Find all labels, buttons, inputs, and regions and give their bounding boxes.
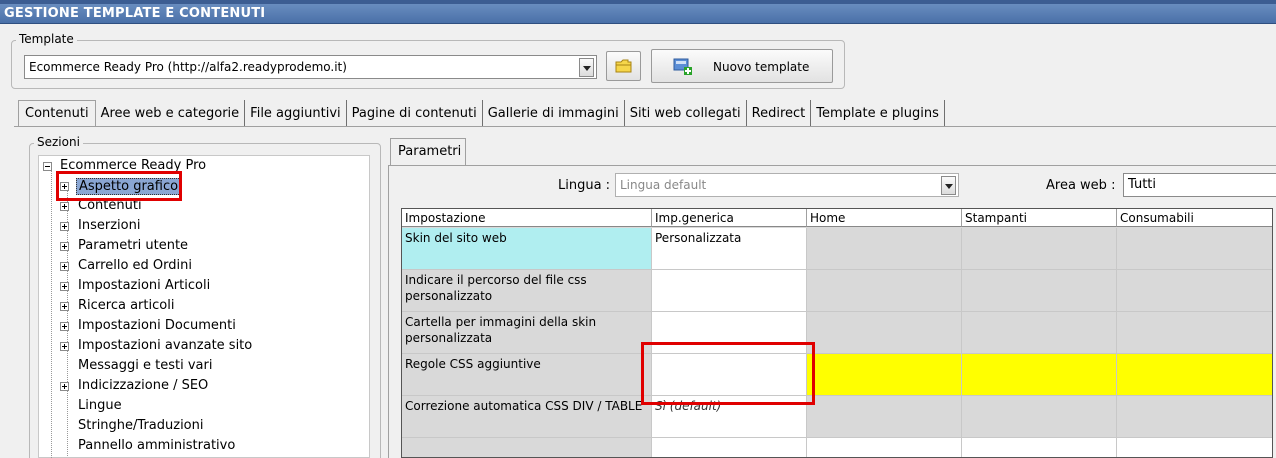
expand-icon[interactable] <box>60 302 69 311</box>
tab-siti-collegati[interactable]: Siti web collegati <box>625 100 747 126</box>
generic-value-cell[interactable] <box>652 270 807 312</box>
expand-icon[interactable] <box>60 342 69 351</box>
generic-value-cell[interactable]: Personalizzata <box>652 228 807 270</box>
tab-file-aggiuntivi[interactable]: File aggiuntivi <box>245 100 347 126</box>
template-select-value: Ecommerce Ready Pro (http://alfa2.readyp… <box>29 60 347 74</box>
main-tabs: Contenuti Aree web e categorie File aggi… <box>18 100 945 126</box>
lingua-label: Lingua : <box>558 178 611 193</box>
area-value-cell[interactable] <box>807 396 962 438</box>
tab-parametri-label: Parametri <box>398 144 462 159</box>
area-value-cell[interactable] <box>807 228 962 270</box>
chevron-down-icon[interactable] <box>579 58 594 77</box>
window-title: GESTIONE TEMPLATE E CONTENUTI <box>4 6 266 21</box>
params-panel-left-border <box>388 165 389 458</box>
annotation-box-tree <box>56 171 182 201</box>
lingua-select-value: Lingua default <box>620 178 707 192</box>
tab-parametri[interactable]: Parametri <box>390 138 466 165</box>
area-value-cell[interactable] <box>807 270 962 312</box>
tree-item-label: Impostazioni avanzate sito <box>78 338 253 353</box>
expand-icon[interactable] <box>60 282 69 291</box>
expand-icon[interactable] <box>60 262 69 271</box>
template-group-label: Template <box>16 32 77 46</box>
area-value-cell[interactable] <box>962 354 1117 396</box>
template-select[interactable]: Ecommerce Ready Pro (http://alfa2.readyp… <box>24 55 597 79</box>
expand-icon[interactable] <box>60 222 69 231</box>
folder-icon <box>615 59 632 73</box>
tree-item-label: Indicizzazione / SEO <box>78 378 209 393</box>
tab-pagine-contenuti[interactable]: Pagine di contenuti <box>347 100 483 126</box>
column-header-home[interactable]: Home <box>807 209 962 227</box>
setting-cell[interactable] <box>402 438 652 457</box>
expand-icon[interactable] <box>60 382 69 391</box>
tab-redirect[interactable]: Redirect <box>747 100 812 126</box>
new-template-icon <box>673 58 692 75</box>
tab-aree-web[interactable]: Aree web e categorie <box>96 100 246 126</box>
tree-item-label: Pannello amministrativo <box>78 438 236 453</box>
tab-template-plugins[interactable]: Template e plugins <box>811 100 945 126</box>
area-value-cell[interactable] <box>1117 228 1272 270</box>
area-web-select-value: Tutti <box>1128 177 1157 192</box>
tree-item-label: Lingue <box>78 398 122 413</box>
area-value-cell[interactable] <box>1117 312 1272 354</box>
area-value-cell[interactable] <box>807 312 962 354</box>
tree-item-label: Carrello ed Ordini <box>78 258 192 273</box>
tree-guide <box>51 170 52 458</box>
area-value-cell[interactable] <box>962 396 1117 438</box>
tab-panel-border <box>14 126 1276 127</box>
area-web-select[interactable]: Tutti <box>1123 173 1276 197</box>
tree-item-label: Stringhe/Traduzioni <box>78 418 204 433</box>
tab-contenuti[interactable]: Contenuti <box>18 100 96 126</box>
expand-icon[interactable] <box>60 202 69 211</box>
tree-item-label: Parametri utente <box>78 238 189 253</box>
setting-cell[interactable]: Correzione automatica CSS DIV / TABLE <box>402 396 652 438</box>
chevron-down-icon[interactable] <box>941 176 956 195</box>
area-web-label: Area web : <box>1046 178 1116 193</box>
column-header-impostazione[interactable]: Impostazione <box>402 209 652 227</box>
new-template-label: Nuovo template <box>713 60 810 74</box>
area-value-cell[interactable] <box>1117 354 1272 396</box>
area-value-cell[interactable] <box>962 312 1117 354</box>
column-header-imp-generica[interactable]: Imp.generica <box>652 209 807 227</box>
area-value-cell[interactable] <box>962 438 1117 457</box>
params-panel-border <box>388 165 1276 166</box>
column-header-consumabili[interactable]: Consumabili <box>1117 209 1272 227</box>
column-header-stampanti[interactable]: Stampanti <box>962 209 1117 227</box>
tab-gallerie[interactable]: Gallerie di immagini <box>483 100 625 126</box>
generic-value-cell[interactable] <box>652 438 807 457</box>
collapse-icon[interactable] <box>43 162 52 171</box>
tree-item-label: Ricerca articoli <box>78 298 175 313</box>
setting-cell[interactable]: Cartella per immagini della skin persona… <box>402 312 652 354</box>
setting-cell[interactable]: Indicare il percorso del file css person… <box>402 270 652 312</box>
annotation-box-grid <box>641 342 815 405</box>
tree-item-label: Inserzioni <box>78 218 141 233</box>
open-folder-button[interactable] <box>606 51 641 81</box>
sections-label: Sezioni <box>34 135 83 149</box>
tree-item-label: Impostazioni Articoli <box>78 278 211 293</box>
tree-item-label: Messaggi e testi vari <box>78 358 213 373</box>
tree-item-label: Impostazioni Documenti <box>78 318 236 333</box>
window-titlebar: GESTIONE TEMPLATE E CONTENUTI <box>0 0 1276 24</box>
titlebar-topline <box>0 0 1276 4</box>
setting-cell[interactable]: Regole CSS aggiuntive <box>402 354 652 396</box>
area-value-cell[interactable] <box>1117 270 1272 312</box>
lingua-select[interactable]: Lingua default <box>615 173 959 197</box>
settings-grid: Impostazione Imp.generica Home Stampanti… <box>401 208 1273 458</box>
area-value-cell[interactable] <box>962 270 1117 312</box>
area-value-cell[interactable] <box>807 438 962 457</box>
area-value-cell[interactable] <box>1117 438 1272 457</box>
new-template-button[interactable]: Nuovo template <box>651 49 833 83</box>
expand-icon[interactable] <box>60 242 69 251</box>
area-value-cell[interactable] <box>962 228 1117 270</box>
setting-cell[interactable]: Skin del sito web <box>402 228 652 270</box>
area-value-cell[interactable] <box>1117 396 1272 438</box>
expand-icon[interactable] <box>60 322 69 331</box>
area-value-cell[interactable] <box>807 354 962 396</box>
